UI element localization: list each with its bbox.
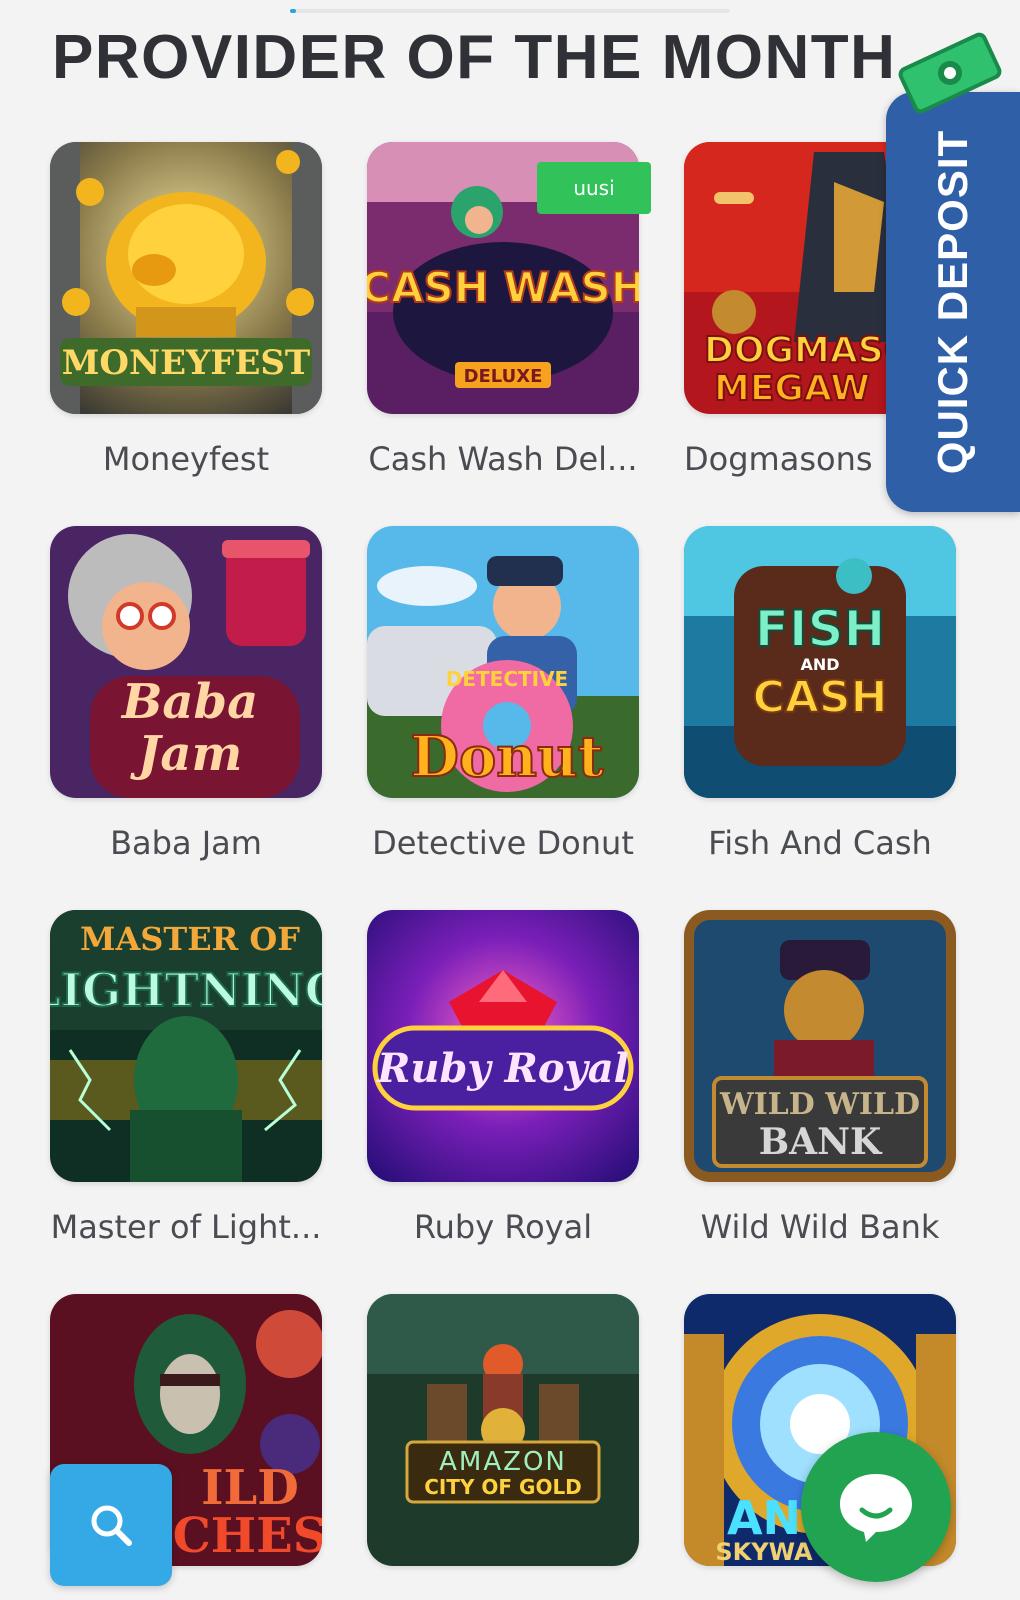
amazon-sub-text: CITY OF GOLD — [424, 1475, 582, 1499]
search-icon — [91, 1505, 132, 1546]
game-tile-wild-wild-bank[interactable]: WILD WILD BANK Wild Wild Bank — [684, 910, 956, 1246]
ruby-royal-art: Ruby Royal — [367, 910, 639, 1182]
game-name[interactable]: Ruby Royal — [367, 1208, 639, 1246]
game-name[interactable]: Cash Wash Del... — [367, 440, 639, 478]
game-thumbnail[interactable]: FISH AND CASH — [684, 526, 956, 798]
game-thumbnail[interactable]: Baba Jam — [50, 526, 322, 798]
game-tile-amazon-city-of-gold[interactable]: AMAZON CITY OF GOLD — [367, 1294, 639, 1566]
amazon-logo-text: AMAZON — [439, 1447, 567, 1477]
chat-icon — [840, 1474, 912, 1542]
amazon-city-art: AMAZON CITY OF GOLD — [367, 1294, 639, 1566]
witches-sub-text: CHES — [173, 1508, 322, 1564]
game-name[interactable]: Baba Jam — [50, 824, 322, 862]
game-tile-cash-wash[interactable]: CASH WASH DELUXE uusi Cash Wash Del... — [367, 142, 651, 478]
baba-jam-art: Baba Jam — [50, 526, 322, 798]
detective-donut-sub-text: DETECTIVE — [446, 667, 568, 691]
quick-deposit-label: QUICK DEPOSIT — [929, 129, 976, 475]
baba-jam-logo-text: Baba — [120, 674, 258, 730]
dogmasons-sub-text: MEGAW — [714, 368, 870, 409]
game-tile-detective-donut[interactable]: DETECTIVE Donut Detective Donut — [367, 526, 639, 862]
game-thumbnail[interactable]: MONEYFEST — [50, 142, 322, 414]
game-thumbnail[interactable]: MASTER OF LIGHTNING — [50, 910, 322, 1182]
chat-button[interactable] — [801, 1432, 951, 1582]
wild-bank-sub-text: BANK — [759, 1121, 883, 1163]
skyway-logo-text: AN — [727, 1491, 801, 1545]
detective-donut-logo-text: Donut — [410, 724, 603, 790]
game-tile-baba-jam[interactable]: Baba Jam Baba Jam — [50, 526, 322, 862]
game-name[interactable]: Wild Wild Bank — [684, 1208, 956, 1246]
game-tile-fish-and-cash[interactable]: FISH AND CASH Fish And Cash — [684, 526, 956, 862]
wild-bank-logo-text: WILD WILD — [719, 1087, 920, 1122]
master-of-lightning-art: MASTER OF LIGHTNING — [50, 910, 322, 1182]
game-thumbnail[interactable]: DETECTIVE Donut — [367, 526, 639, 798]
cash-wash-sub-text: DELUXE — [464, 366, 543, 387]
moneyfest-art: MONEYFEST — [50, 142, 322, 414]
skyway-sub-text: SKYWA — [715, 1538, 813, 1566]
baba-jam-sub-text: Jam — [130, 726, 243, 782]
wild-wild-bank-art: WILD WILD BANK — [684, 910, 956, 1182]
new-badge: uusi — [537, 162, 651, 214]
game-name[interactable]: Moneyfest — [50, 440, 322, 478]
game-thumbnail[interactable]: WILD WILD BANK — [684, 910, 956, 1182]
game-name[interactable]: Fish And Cash — [684, 824, 956, 862]
fish-cash-sub-text: CASH — [753, 672, 888, 723]
game-tile-moneyfest[interactable]: MONEYFEST Moneyfest — [50, 142, 322, 478]
moneyfest-logo-text: MONEYFEST — [62, 343, 310, 383]
game-name[interactable]: Master of Light... — [50, 1208, 322, 1246]
detective-donut-art: DETECTIVE Donut — [367, 526, 639, 798]
dogmasons-logo-text: DOGMASO — [704, 330, 914, 371]
games-grid: MONEYFEST Moneyfest CASH WASH DELUXE uus… — [0, 0, 1020, 1600]
fish-cash-logo-text: FISH — [755, 600, 886, 658]
game-thumbnail[interactable]: AMAZON CITY OF GOLD — [367, 1294, 639, 1566]
lightning-sub-text: LIGHTNING — [50, 963, 322, 1017]
game-name[interactable]: Detective Donut — [367, 824, 639, 862]
ruby-royal-logo-text: Ruby Royal — [376, 1045, 629, 1092]
cash-wash-logo-text: CASH WASH — [367, 263, 639, 312]
quick-deposit-tab[interactable]: QUICK DEPOSIT — [886, 92, 1020, 512]
lightning-logo-text: MASTER OF — [80, 920, 300, 958]
game-tile-ruby-royal[interactable]: Ruby Royal Ruby Royal — [367, 910, 639, 1246]
search-button[interactable] — [50, 1464, 172, 1586]
fish-and-cash-art: FISH AND CASH — [684, 526, 956, 798]
game-tile-master-of-lightning[interactable]: MASTER OF LIGHTNING Master of Light... — [50, 910, 322, 1246]
money-icon — [898, 32, 1002, 114]
game-thumbnail[interactable]: Ruby Royal — [367, 910, 639, 1182]
